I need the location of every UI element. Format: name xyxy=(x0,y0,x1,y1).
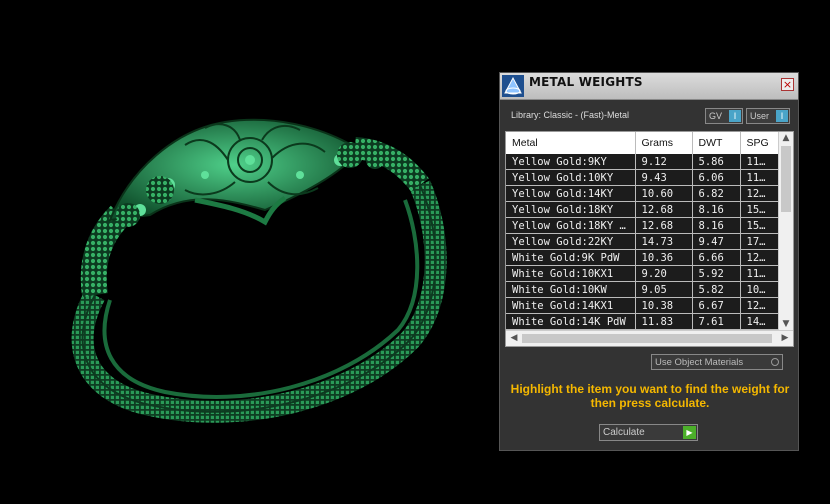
title-bar[interactable]: METAL WEIGHTS × xyxy=(500,73,798,100)
cell-spg[interactable]: 10.99 xyxy=(740,281,779,298)
cell-metal[interactable]: Yellow Gold:14KY xyxy=(506,185,636,202)
user-toggle-label: User xyxy=(750,111,770,121)
cell-grams[interactable]: 11.83 xyxy=(635,313,693,330)
radio-icon xyxy=(771,358,779,366)
cell-grams[interactable]: 14.73 xyxy=(635,233,693,250)
calculate-button[interactable]: Calculate ▶ xyxy=(599,424,698,441)
cell-grams[interactable]: 10.38 xyxy=(635,297,693,314)
cell-metal[interactable]: Yellow Gold:9KY xyxy=(506,154,636,170)
cell-dwt[interactable]: 8.16 xyxy=(692,217,741,234)
cell-grams[interactable]: 9.20 xyxy=(635,265,693,282)
cell-grams[interactable]: 9.05 xyxy=(635,281,693,298)
3d-viewport[interactable] xyxy=(0,0,495,500)
metal-weights-panel: METAL WEIGHTS × Library: Classic - (Fast… xyxy=(499,72,799,451)
cell-metal[interactable]: Yellow Gold:18KY R... xyxy=(506,217,636,234)
vertical-scroll-thumb[interactable] xyxy=(781,146,791,212)
vertical-scrollbar[interactable]: ▲ ▼ xyxy=(778,132,793,330)
cell-metal[interactable]: Yellow Gold:10KY xyxy=(506,169,636,186)
cell-spg[interactable]: 11.08 xyxy=(740,154,779,170)
cell-dwt[interactable]: 5.86 xyxy=(692,154,741,170)
chevron-up-icon[interactable]: ▲ xyxy=(779,133,793,143)
cell-dwt[interactable]: 6.66 xyxy=(692,249,741,266)
table-row[interactable]: Yellow Gold:14KY 10.60 6.82 12.88 xyxy=(506,185,779,202)
cell-metal[interactable]: White Gold:9K PdW xyxy=(506,249,636,266)
panel-title: METAL WEIGHTS xyxy=(529,75,643,89)
cell-dwt[interactable]: 6.67 xyxy=(692,297,741,314)
cell-spg[interactable]: 15.41 xyxy=(740,217,779,234)
use-object-materials-checkbox[interactable]: Use Object Materials xyxy=(651,354,783,370)
column-header-spg[interactable]: SPG xyxy=(740,132,779,154)
table-row[interactable]: Yellow Gold:18KY 12.68 8.16 15.41 xyxy=(506,201,779,218)
cell-spg[interactable]: 11.18 xyxy=(740,265,779,282)
table-row[interactable]: Yellow Gold:18KY R... 12.68 8.16 15.41 xyxy=(506,217,779,234)
table-row[interactable]: White Gold:10KX1 9.20 5.92 11.18 xyxy=(506,265,779,282)
table-row[interactable]: White Gold:14K PdW 11.83 7.61 14.37 xyxy=(506,313,779,330)
cell-metal[interactable]: White Gold:14K PdW xyxy=(506,313,636,330)
gv-toggle[interactable]: GV I xyxy=(705,108,743,124)
cell-dwt[interactable]: 9.47 xyxy=(692,233,741,250)
cell-metal[interactable]: Yellow Gold:18KY xyxy=(506,201,636,218)
use-object-materials-label: Use Object Materials xyxy=(655,357,744,368)
table-row[interactable]: White Gold:14KX1 10.38 6.67 12.61 xyxy=(506,297,779,314)
cell-grams[interactable]: 10.36 xyxy=(635,249,693,266)
cell-dwt[interactable]: 8.16 xyxy=(692,201,741,218)
play-arrow-icon: ▶ xyxy=(683,426,696,439)
gv-toggle-label: GV xyxy=(709,111,723,121)
toggle-knob-icon: I xyxy=(729,110,741,122)
cell-dwt[interactable]: 6.06 xyxy=(692,169,741,186)
horizontal-scroll-thumb[interactable] xyxy=(522,334,772,343)
library-label: Library: Classic - (Fast)-Metal xyxy=(511,110,630,120)
close-icon[interactable]: × xyxy=(781,78,794,91)
calculate-label: Calculate xyxy=(603,427,645,438)
table-row[interactable]: Yellow Gold:22KY 14.73 9.47 17.89 xyxy=(506,233,779,250)
cell-metal[interactable]: White Gold:14KX1 xyxy=(506,297,636,314)
table-row[interactable]: White Gold:9K PdW 10.36 6.66 12.59 xyxy=(506,249,779,266)
cell-grams[interactable]: 12.68 xyxy=(635,201,693,218)
table-row[interactable]: White Gold:10KW 9.05 5.82 10.99 xyxy=(506,281,779,298)
rhino-jewel-icon xyxy=(502,75,524,97)
cell-spg[interactable]: 11.45 xyxy=(740,169,779,186)
cell-spg[interactable]: 12.59 xyxy=(740,249,779,266)
cell-dwt[interactable]: 5.92 xyxy=(692,265,741,282)
cell-metal[interactable]: White Gold:10KW xyxy=(506,281,636,298)
cell-dwt[interactable]: 5.82 xyxy=(692,281,741,298)
cell-dwt[interactable]: 6.82 xyxy=(692,185,741,202)
column-header-grams[interactable]: Grams xyxy=(635,132,693,154)
column-header-metal[interactable]: Metal xyxy=(506,132,636,154)
table-row[interactable]: Yellow Gold:10KY 9.43 6.06 11.45 xyxy=(506,169,779,186)
bracelet-render xyxy=(71,118,447,423)
cell-spg[interactable]: 12.61 xyxy=(740,297,779,314)
cell-grams[interactable]: 12.68 xyxy=(635,217,693,234)
cell-metal[interactable]: Yellow Gold:22KY xyxy=(506,233,636,250)
table-header: Metal Grams DWT SPG xyxy=(506,132,779,154)
user-toggle[interactable]: User I xyxy=(746,108,790,124)
cell-spg[interactable]: 17.89 xyxy=(740,233,779,250)
cell-spg[interactable]: 12.88 xyxy=(740,185,779,202)
table-row[interactable]: Yellow Gold:9KY 9.12 5.86 11.08 xyxy=(506,154,779,170)
cell-dwt[interactable]: 7.61 xyxy=(692,313,741,330)
metal-table[interactable]: Metal Grams DWT SPG Yellow Gold:9KY 9.12 5… xyxy=(505,131,794,347)
cell-grams[interactable]: 10.60 xyxy=(635,185,693,202)
cell-spg[interactable]: 14.37 xyxy=(740,313,779,330)
horizontal-scrollbar[interactable]: ◀ ▶ xyxy=(506,330,793,346)
cell-metal[interactable]: White Gold:10KX1 xyxy=(506,265,636,282)
column-header-dwt[interactable]: DWT xyxy=(692,132,741,154)
cell-grams[interactable]: 9.12 xyxy=(635,154,693,170)
instruction-text: Highlight the item you want to find the … xyxy=(510,382,790,410)
cell-spg[interactable]: 15.41 xyxy=(740,201,779,218)
chevron-right-icon[interactable]: ▶ xyxy=(778,333,792,343)
cell-grams[interactable]: 9.43 xyxy=(635,169,693,186)
toggle-knob-icon: I xyxy=(776,110,788,122)
chevron-left-icon[interactable]: ◀ xyxy=(507,333,521,343)
chevron-down-icon[interactable]: ▼ xyxy=(779,319,793,329)
